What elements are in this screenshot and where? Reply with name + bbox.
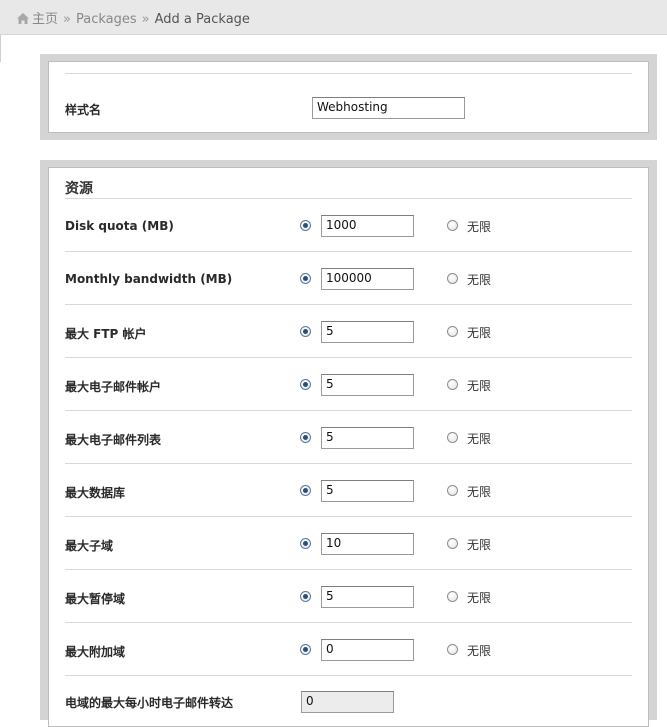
limited-radio[interactable]	[300, 326, 311, 337]
resource-value-input[interactable]: 0	[321, 639, 414, 661]
limited-radio[interactable]	[300, 644, 311, 655]
resource-label: 最大暂停域	[65, 592, 126, 606]
limited-radio[interactable]	[300, 273, 311, 284]
resource-value-input[interactable]: 10	[321, 533, 414, 555]
unlimited-label: 无限	[467, 538, 492, 552]
unlimited-radio[interactable]	[447, 432, 458, 443]
package-name-panel: 样式名 Webhosting	[40, 54, 657, 140]
limited-radio[interactable]	[300, 379, 311, 390]
breadcrumb: 主页 » Packages » Add a Package	[17, 8, 250, 28]
resource-row: 最大数据库 5 无限	[49, 464, 648, 517]
breadcrumb-current: Add a Package	[154, 12, 250, 27]
package-name-box: 样式名 Webhosting	[48, 61, 649, 133]
breadcrumb-packages[interactable]: Packages	[76, 12, 137, 27]
unlimited-radio[interactable]	[447, 273, 458, 284]
resource-value-input[interactable]: 1000	[321, 215, 414, 237]
resource-label: Disk quota (MB)	[65, 219, 174, 233]
resource-value-input[interactable]: 0	[301, 691, 394, 713]
breadcrumb-home[interactable]: 主页	[32, 12, 58, 27]
unlimited-radio[interactable]	[447, 538, 458, 549]
resource-value-input[interactable]: 5	[321, 374, 414, 396]
resource-row: 最大子域 10 无限	[49, 517, 648, 570]
resource-label: 最大附加域	[65, 645, 126, 659]
unlimited-label: 无限	[467, 432, 492, 446]
limited-radio[interactable]	[300, 432, 311, 443]
breadcrumb-separator: »	[63, 12, 71, 27]
resource-value-input[interactable]: 5	[321, 427, 414, 449]
unlimited-radio[interactable]	[447, 591, 458, 602]
package-name-input[interactable]: Webhosting	[312, 97, 465, 119]
resource-row: 最大电子邮件帐户 5 无限	[49, 358, 648, 411]
unlimited-label: 无限	[467, 644, 492, 658]
unlimited-radio[interactable]	[447, 326, 458, 337]
home-icon[interactable]	[17, 13, 29, 28]
unlimited-radio[interactable]	[447, 644, 458, 655]
resource-value-input[interactable]: 100000	[321, 268, 414, 290]
top-bar: 主页 » Packages » Add a Package	[0, 0, 667, 35]
resource-row: Monthly bandwidth (MB) 100000 无限	[49, 252, 648, 305]
resource-row-partial: 电域的最大每小时电子邮件转达 0	[49, 676, 648, 716]
resource-value-input[interactable]: 5	[321, 480, 414, 502]
resource-value-input[interactable]: 5	[321, 586, 414, 608]
limited-radio[interactable]	[300, 538, 311, 549]
unlimited-label: 无限	[467, 591, 492, 605]
resource-value-input[interactable]: 5	[321, 321, 414, 343]
resources-box: 资源 Disk quota (MB) 1000 无限 Monthly bandwidt…	[48, 167, 649, 727]
unlimited-label: 无限	[467, 379, 492, 393]
unlimited-label: 无限	[467, 326, 492, 340]
resource-row: 最大暂停域 5 无限	[49, 570, 648, 623]
resource-label: 最大 FTP 帐户	[65, 327, 147, 341]
unlimited-label: 无限	[467, 220, 492, 234]
limited-radio[interactable]	[300, 485, 311, 496]
limited-radio[interactable]	[300, 220, 311, 231]
resources-title: 资源	[65, 181, 93, 197]
resource-label: 电域的最大每小时电子邮件转达	[65, 696, 234, 710]
resource-label: 最大数据库	[65, 486, 126, 500]
unlimited-label: 无限	[467, 273, 492, 287]
resource-row: 最大电子邮件列表 5 无限	[49, 411, 648, 464]
resource-label: 最大电子邮件帐户	[65, 380, 162, 394]
unlimited-radio[interactable]	[447, 379, 458, 390]
resource-label: Monthly bandwidth (MB)	[65, 272, 233, 286]
resource-label: 最大子域	[65, 539, 114, 553]
unlimited-radio[interactable]	[447, 220, 458, 231]
divider	[65, 73, 632, 74]
resource-label: 最大电子邮件列表	[65, 433, 162, 447]
unlimited-radio[interactable]	[447, 485, 458, 496]
resource-row: 最大附加域 0 无限	[49, 623, 648, 676]
resource-row: 最大 FTP 帐户 5 无限	[49, 305, 648, 358]
unlimited-label: 无限	[467, 485, 492, 499]
left-border-line	[0, 35, 1, 62]
resources-panel: 资源 Disk quota (MB) 1000 无限 Monthly bandwidt…	[40, 160, 657, 727]
limited-radio[interactable]	[300, 591, 311, 602]
resource-row: Disk quota (MB) 1000 无限	[49, 199, 648, 252]
package-name-label: 样式名	[65, 103, 102, 117]
breadcrumb-separator: »	[141, 12, 150, 27]
